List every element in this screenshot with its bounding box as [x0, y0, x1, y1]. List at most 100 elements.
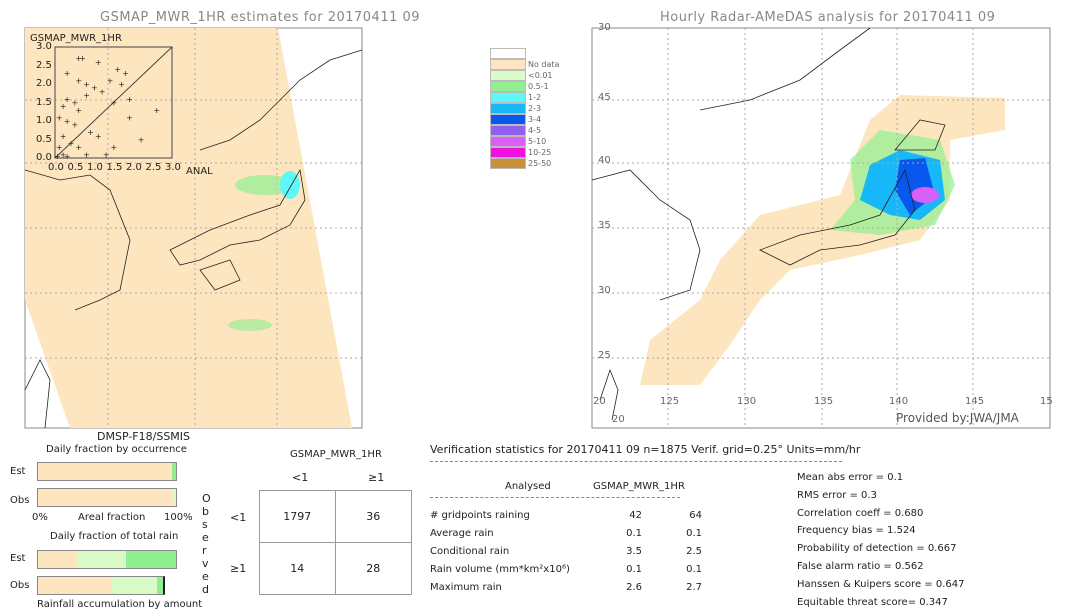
lon-label: 15: [1040, 396, 1053, 407]
lat-label: 45: [598, 92, 611, 103]
obs-label: Obs: [10, 495, 30, 506]
scatter-ytick: 2.0: [36, 78, 52, 89]
scatter-xlabel: ANAL: [186, 166, 213, 177]
legend-label: 25-50: [528, 159, 552, 168]
maps-svg: ++ ++ + ++ + ++ ++++ ++ ++ ++ + ++ +++++ + +++++ + + +: [24, 27, 1051, 429]
scatter-point: +: [68, 139, 75, 148]
scatter-ytick: 2.5: [36, 59, 52, 71]
scatter-point: +: [64, 117, 71, 126]
stat-value: 0.1: [626, 528, 642, 539]
scatter-xtick: 0.0: [48, 162, 64, 173]
stat-label: Rain volume (mm*km²x10⁶): [430, 564, 570, 575]
lon-label: 130: [737, 396, 757, 407]
lat-label: 30: [598, 285, 611, 296]
lat-label-top: 30: [598, 22, 611, 33]
cell-hits-none: 1797: [260, 491, 336, 543]
axis-left: 0%: [32, 512, 48, 523]
legend-label: 4-5: [528, 126, 542, 135]
score: Hanssen & Kuipers score = 0.647: [797, 578, 965, 590]
cell-hit: 28: [366, 561, 381, 575]
legend-label: 1-2: [528, 93, 542, 102]
legend-label: 5-10: [528, 137, 547, 146]
divider: [430, 461, 842, 462]
scatter-point: +: [54, 152, 61, 161]
left-map: ++ ++ + ++ + ++ ++++ ++ ++ ++ + ++ +++++ + +++++ + + +: [24, 27, 363, 429]
scatter-point: +: [118, 80, 125, 89]
lat-label: 25: [598, 350, 611, 361]
col-gsmap: GSMAP_MWR_1HR: [593, 481, 685, 492]
legend-label: 2-3: [528, 104, 542, 113]
scatter-xtick: 0.5: [67, 162, 84, 173]
legend-label: No data: [528, 60, 560, 69]
scatter-point: +: [75, 106, 82, 115]
scatter-point: +: [83, 80, 90, 89]
scatter-xtick: 1.0: [87, 162, 103, 173]
scatter-point: +: [99, 87, 106, 96]
col-ge: ≥1: [368, 471, 385, 484]
cell-false-alarm: 36: [335, 491, 411, 543]
legend-swatch: [490, 92, 526, 103]
right-map: [591, 27, 1051, 429]
scatter-point: +: [75, 76, 82, 85]
scatter-xtick: 2.0: [126, 162, 142, 173]
stat-value: 2.7: [686, 582, 702, 593]
stat-value: 0.1: [626, 564, 642, 575]
score: Frequency bias = 1.524: [797, 525, 916, 537]
stat-label: Average rain: [430, 528, 494, 539]
scatter-ytick: 0.5: [36, 133, 52, 145]
lat-label: 40: [598, 155, 611, 166]
scatter-xtick: 3.0: [165, 162, 181, 173]
rain-title: Daily fraction of total rain: [50, 531, 179, 542]
scatter-point: +: [95, 58, 102, 67]
legend-swatch: [490, 48, 526, 59]
row-axis-label: Observed: [202, 492, 211, 596]
legend-swatch: [490, 158, 526, 169]
stat-label: Conditional rain: [430, 546, 510, 557]
scatter-point: +: [64, 69, 71, 78]
scatter-point: +: [75, 143, 82, 152]
stat-value: 64: [689, 510, 702, 521]
lon-label: 125: [660, 396, 680, 407]
contingency-table: 1797 36 14 28: [259, 490, 412, 595]
sensor-label: DMSP-F18/SSMIS: [97, 430, 191, 443]
divider: [430, 497, 680, 498]
cell-miss: 14: [260, 542, 336, 594]
stat-value: 42: [629, 510, 642, 521]
rain-obs-bar: [37, 576, 165, 595]
score: Mean abs error = 0.1: [797, 472, 904, 483]
legend-label: <0.01: [528, 71, 553, 80]
occurrence-est-bar: [37, 462, 177, 481]
scatter-point: +: [126, 113, 133, 122]
lat-label-bottom: 20: [612, 414, 625, 425]
lon-label: 145: [965, 396, 985, 407]
scatter-xtick: 2.5: [145, 162, 162, 173]
occurrence-title: Daily fraction by occurrence: [46, 444, 187, 455]
legend-swatch: [490, 125, 526, 136]
rain-area: [228, 319, 272, 331]
legend-label: 0.5-1: [528, 82, 549, 91]
scatter-point: +: [126, 95, 133, 104]
scatter-point: +: [56, 113, 63, 122]
scatter-point: +: [60, 102, 67, 111]
credit: Provided by:JWA/JMA: [896, 411, 1019, 425]
rain-est-bar: [37, 550, 177, 569]
scatter-point: +: [107, 76, 114, 85]
stat-value: 3.5: [626, 546, 642, 557]
lon-label: 135: [814, 396, 834, 407]
axis-right: 100%: [164, 512, 193, 523]
accum-label: Rainfall accumulation by amount: [37, 599, 203, 610]
est-label: Est: [10, 553, 26, 564]
scatter-point: +: [91, 84, 98, 93]
scatter-ytick: 1.5: [36, 96, 52, 108]
stat-value: 0.1: [686, 564, 702, 575]
scatter-point: +: [72, 121, 79, 130]
legend-swatch: [490, 114, 526, 125]
scatter-point: +: [79, 54, 86, 63]
legend-swatch: [490, 136, 526, 147]
legend-label: 10-25: [528, 148, 552, 157]
stat-label: # gridpoints raining: [430, 510, 530, 521]
legend-swatch: [490, 103, 526, 114]
scatter-point: +: [103, 150, 110, 159]
scatter-point: +: [111, 99, 118, 108]
scatter-point: +: [83, 150, 90, 159]
